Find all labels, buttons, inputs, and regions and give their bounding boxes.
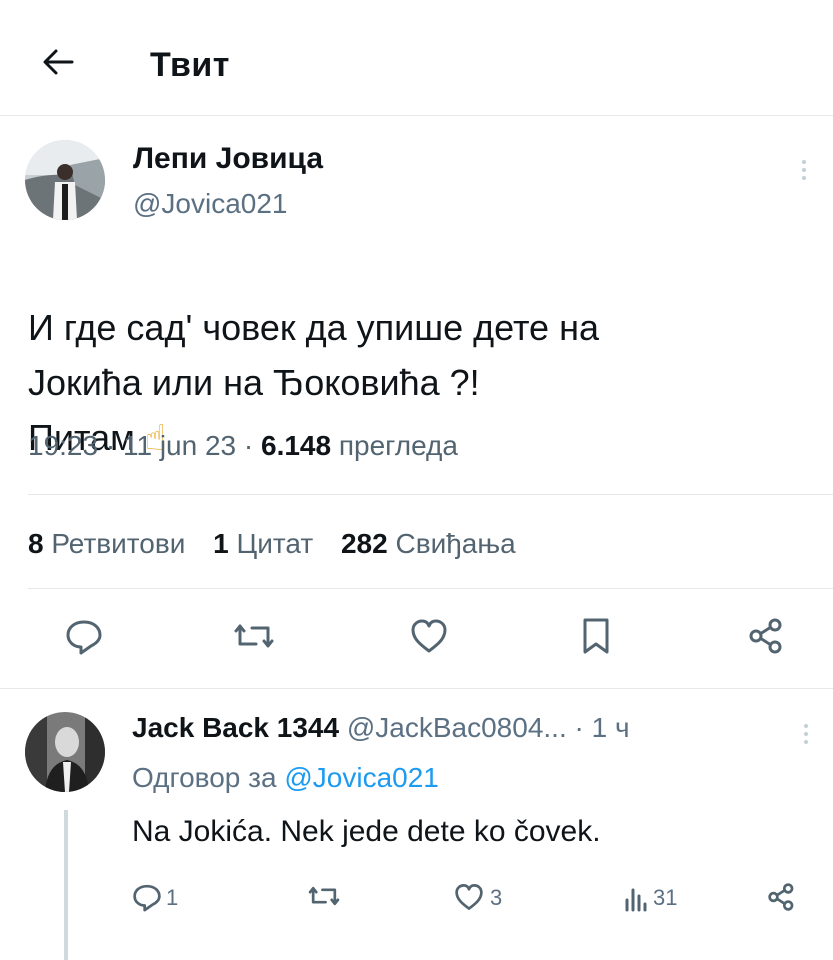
reply-author-handle[interactable]: @JackBac0804...: [347, 712, 567, 743]
replying-prefix: Одговор за: [132, 762, 277, 793]
author-handle[interactable]: @Jovica021: [133, 188, 288, 220]
reply-reply-count: 1: [166, 885, 179, 910]
replying-to: Одговор за @Jovica021: [132, 762, 439, 794]
reply-views-count: 31: [653, 885, 678, 910]
bookmark-icon[interactable]: [578, 614, 614, 658]
tweet-stats: 8 Ретвитови 1 Цитат 282 Свиђања: [28, 528, 536, 560]
stats-divider: [28, 588, 833, 589]
header-divider: [0, 115, 833, 116]
quotes-stat[interactable]: 1 Цитат: [213, 528, 313, 559]
likes-stat[interactable]: 282 Свиђања: [341, 528, 516, 559]
views-label: прегледа: [338, 430, 458, 461]
reply-retweet-icon[interactable]: [307, 880, 341, 912]
reply-avatar[interactable]: [25, 712, 105, 792]
tweet-meta: 19:23 · 11 jun 23 · 6.148 прегледа: [28, 430, 458, 461]
reply-text: Na Jokića. Nek jede dete ko čovek.: [132, 815, 601, 848]
tweet-date[interactable]: 11 jun 23: [123, 430, 236, 461]
reply-more-icon[interactable]: [803, 724, 809, 748]
page-title: Твит: [150, 46, 230, 84]
reply-header: Jack Back 1344 @JackBac0804... · 1 ч: [132, 712, 630, 744]
reply-like-icon[interactable]: [452, 880, 486, 914]
replying-to-link[interactable]: @Jovica021: [284, 762, 439, 793]
reply-like-count: 3: [490, 885, 503, 910]
meta-divider: [28, 494, 833, 495]
retweets-stat[interactable]: 8 Ретвитови: [28, 528, 185, 559]
avatar[interactable]: [25, 140, 105, 220]
views-count: 6.148: [261, 430, 332, 461]
tweet-time[interactable]: 19:23: [28, 430, 98, 461]
share-icon[interactable]: [745, 614, 789, 658]
retweet-icon[interactable]: [232, 616, 276, 656]
reply-author-name[interactable]: Jack Back 1344: [132, 712, 339, 743]
more-icon[interactable]: [801, 160, 807, 184]
views-icon[interactable]: [623, 882, 651, 912]
back-arrow-icon[interactable]: [38, 42, 78, 82]
thread-line: [64, 810, 68, 960]
like-icon[interactable]: [407, 614, 451, 658]
reply-time[interactable]: · 1 ч: [575, 712, 630, 743]
reply-share-icon[interactable]: [765, 880, 799, 914]
author-name[interactable]: Лепи Јовица: [133, 142, 323, 176]
top-bar: Твит: [0, 0, 833, 115]
reply-icon[interactable]: [62, 614, 106, 658]
actions-divider: [0, 688, 833, 689]
reply-reply-icon[interactable]: [130, 880, 164, 914]
